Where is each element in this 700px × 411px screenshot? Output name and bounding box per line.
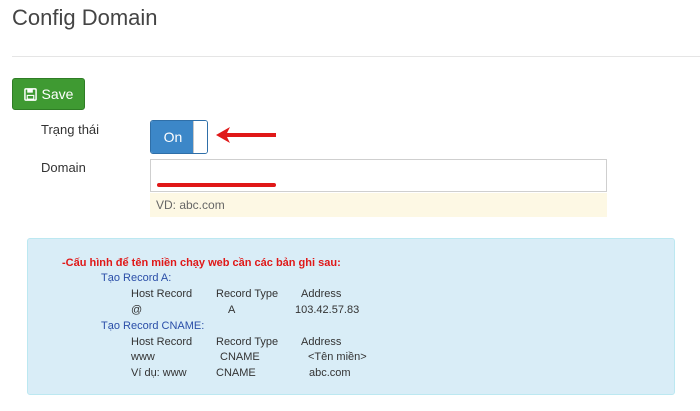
record-a-header-type: Record Type (216, 288, 279, 300)
status-toggle[interactable]: On (150, 120, 208, 154)
red-arrow-annotation (216, 127, 276, 143)
domain-hint: VD: abc.com (150, 193, 607, 217)
toggle-on-label: On (151, 121, 195, 153)
save-button-label: Save (41, 86, 74, 102)
record-cname-header-address: Address (301, 336, 342, 348)
red-underline-annotation (157, 183, 276, 187)
domain-label: Domain (41, 160, 86, 175)
record-a-header-host: Host Record (131, 288, 193, 300)
record-cname-host: www (131, 351, 155, 363)
record-cname-example-address: abc.com (309, 367, 351, 379)
record-cname-example-host: Ví dụ: www (131, 367, 187, 379)
record-a-host: @ (131, 304, 143, 316)
floppy-disk-icon (23, 87, 37, 101)
record-a-title: Tạo Record A: (101, 272, 172, 284)
record-cname-address: <Tên miền> (308, 351, 367, 363)
save-button[interactable]: Save (12, 78, 85, 110)
header-divider (12, 56, 700, 57)
record-a-address: 103.42.57.83 (295, 304, 360, 316)
record-a-type: A (228, 304, 236, 316)
record-a-header-address: Address (301, 288, 342, 300)
record-cname-type: CNAME (220, 351, 260, 363)
status-label: Trạng thái (41, 122, 100, 137)
page-title: Config Domain (12, 5, 158, 30)
record-cname-title: Tạo Record CNAME: (101, 320, 205, 332)
domain-input[interactable] (150, 159, 607, 192)
info-heading: -Cấu hình để tên miền chạy web cần các b… (62, 257, 341, 269)
dns-info-box: -Cấu hình để tên miền chạy web cần các b… (27, 238, 675, 395)
record-cname-example-type: CNAME (216, 367, 256, 379)
record-cname-header-type: Record Type (216, 336, 279, 348)
record-cname-header-host: Host Record (131, 336, 193, 348)
toggle-handle (193, 121, 207, 153)
